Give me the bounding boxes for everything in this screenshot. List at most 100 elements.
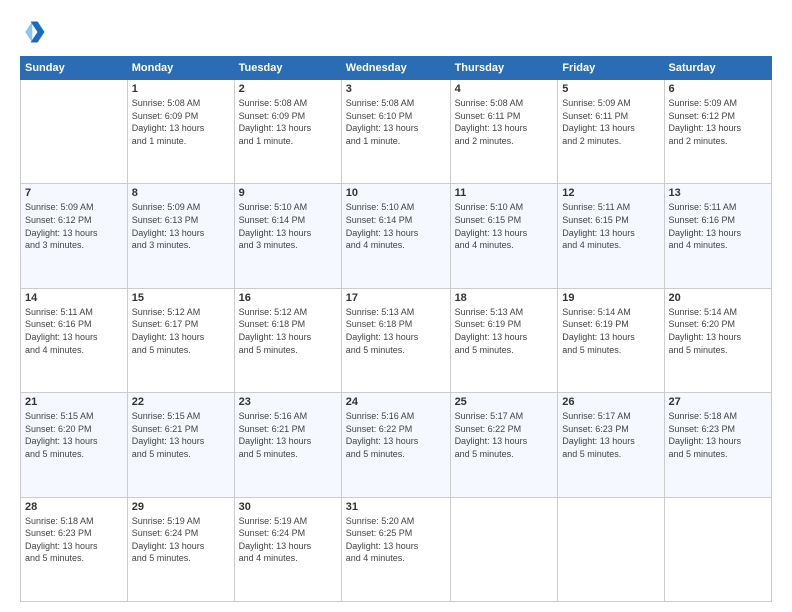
day-info: Sunrise: 5:08 AM Sunset: 6:09 PM Dayligh… xyxy=(239,97,337,147)
day-number: 19 xyxy=(562,292,659,304)
day-info: Sunrise: 5:16 AM Sunset: 6:21 PM Dayligh… xyxy=(239,410,337,460)
day-number: 1 xyxy=(132,83,230,95)
calendar-cell: 19 Sunrise: 5:14 AM Sunset: 6:19 PM Dayli… xyxy=(558,288,664,392)
day-number: 21 xyxy=(25,396,123,408)
calendar-cell: 6Sunrise: 5:09 AM Sunset: 6:12 PM Daylig… xyxy=(664,80,771,184)
day-header-wednesday: Wednesday xyxy=(341,57,450,80)
day-number: 23 xyxy=(239,396,337,408)
day-info: Sunrise: 5:12 AM Sunset: 6:18 PM Dayligh… xyxy=(239,306,337,356)
calendar-cell: 5 Sunrise: 5:09 AM Sunset: 6:11 PM Daylig… xyxy=(558,80,664,184)
calendar-week-row: 14 Sunrise: 5:11 AM Sunset: 6:16 PM Dayli… xyxy=(21,288,772,392)
day-number: 2 xyxy=(239,83,337,95)
day-info: Sunrise: 5:15 AM Sunset: 6:20 PM Dayligh… xyxy=(25,410,123,460)
day-info: Sunrise: 5:08 AM Sunset: 6:11 PM Dayligh… xyxy=(455,97,554,147)
day-number: 3 xyxy=(346,83,446,95)
day-info: Sunrise: 5:10 AM Sunset: 6:14 PM Dayligh… xyxy=(346,201,446,251)
day-info: Sunrise: 5:13 AM Sunset: 6:18 PM Dayligh… xyxy=(346,306,446,356)
day-info: Sunrise: 5:09 AM Sunset: 6:13 PM Dayligh… xyxy=(132,201,230,251)
day-info: Sunrise: 5:11 AM Sunset: 6:16 PM Dayligh… xyxy=(25,306,123,356)
day-number: 29 xyxy=(132,501,230,513)
calendar-week-row: 28Sunrise: 5:18 AM Sunset: 6:23 PM Dayli… xyxy=(21,497,772,601)
day-info: Sunrise: 5:10 AM Sunset: 6:14 PM Dayligh… xyxy=(239,201,337,251)
calendar-cell: 20 Sunrise: 5:14 AM Sunset: 6:20 PM Dayli… xyxy=(664,288,771,392)
day-info: Sunrise: 5:11 AM Sunset: 6:16 PM Dayligh… xyxy=(669,201,767,251)
calendar-week-row: 21 Sunrise: 5:15 AM Sunset: 6:20 PM Dayli… xyxy=(21,393,772,497)
calendar-cell: 22 Sunrise: 5:15 AM Sunset: 6:21 PM Dayli… xyxy=(127,393,234,497)
day-info: Sunrise: 5:10 AM Sunset: 6:15 PM Dayligh… xyxy=(455,201,554,251)
day-number: 27 xyxy=(669,396,767,408)
logo-icon xyxy=(20,18,48,46)
day-header-thursday: Thursday xyxy=(450,57,558,80)
calendar-week-row: 7Sunrise: 5:09 AM Sunset: 6:12 PM Daylig… xyxy=(21,184,772,288)
day-info: Sunrise: 5:18 AM Sunset: 6:23 PM Dayligh… xyxy=(25,515,123,565)
calendar-cell: 17Sunrise: 5:13 AM Sunset: 6:18 PM Dayli… xyxy=(341,288,450,392)
calendar-cell: 27 Sunrise: 5:18 AM Sunset: 6:23 PM Dayli… xyxy=(664,393,771,497)
day-info: Sunrise: 5:17 AM Sunset: 6:22 PM Dayligh… xyxy=(455,410,554,460)
day-info: Sunrise: 5:15 AM Sunset: 6:21 PM Dayligh… xyxy=(132,410,230,460)
calendar-cell xyxy=(664,497,771,601)
calendar-cell: 25 Sunrise: 5:17 AM Sunset: 6:22 PM Dayli… xyxy=(450,393,558,497)
header xyxy=(20,18,772,46)
day-info: Sunrise: 5:14 AM Sunset: 6:19 PM Dayligh… xyxy=(562,306,659,356)
day-info: Sunrise: 5:09 AM Sunset: 6:12 PM Dayligh… xyxy=(25,201,123,251)
day-header-sunday: Sunday xyxy=(21,57,128,80)
calendar-cell: 12 Sunrise: 5:11 AM Sunset: 6:15 PM Dayli… xyxy=(558,184,664,288)
logo xyxy=(20,18,52,46)
day-info: Sunrise: 5:14 AM Sunset: 6:20 PM Dayligh… xyxy=(669,306,767,356)
calendar-cell xyxy=(558,497,664,601)
day-info: Sunrise: 5:20 AM Sunset: 6:25 PM Dayligh… xyxy=(346,515,446,565)
calendar-cell: 26 Sunrise: 5:17 AM Sunset: 6:23 PM Dayli… xyxy=(558,393,664,497)
day-number: 10 xyxy=(346,187,446,199)
calendar-cell: 23 Sunrise: 5:16 AM Sunset: 6:21 PM Dayli… xyxy=(234,393,341,497)
day-info: Sunrise: 5:09 AM Sunset: 6:11 PM Dayligh… xyxy=(562,97,659,147)
day-info: Sunrise: 5:16 AM Sunset: 6:22 PM Dayligh… xyxy=(346,410,446,460)
day-number: 12 xyxy=(562,187,659,199)
day-number: 25 xyxy=(455,396,554,408)
day-number: 26 xyxy=(562,396,659,408)
calendar-cell: 28Sunrise: 5:18 AM Sunset: 6:23 PM Dayli… xyxy=(21,497,128,601)
day-info: Sunrise: 5:13 AM Sunset: 6:19 PM Dayligh… xyxy=(455,306,554,356)
day-number: 13 xyxy=(669,187,767,199)
day-header-friday: Friday xyxy=(558,57,664,80)
calendar-cell: 13 Sunrise: 5:11 AM Sunset: 6:16 PM Dayli… xyxy=(664,184,771,288)
calendar-cell: 14 Sunrise: 5:11 AM Sunset: 6:16 PM Dayli… xyxy=(21,288,128,392)
day-header-tuesday: Tuesday xyxy=(234,57,341,80)
day-number: 20 xyxy=(669,292,767,304)
day-header-monday: Monday xyxy=(127,57,234,80)
day-number: 15 xyxy=(132,292,230,304)
day-number: 24 xyxy=(346,396,446,408)
calendar-cell: 24 Sunrise: 5:16 AM Sunset: 6:22 PM Dayli… xyxy=(341,393,450,497)
calendar-cell: 11 Sunrise: 5:10 AM Sunset: 6:15 PM Dayli… xyxy=(450,184,558,288)
day-info: Sunrise: 5:18 AM Sunset: 6:23 PM Dayligh… xyxy=(669,410,767,460)
day-info: Sunrise: 5:08 AM Sunset: 6:09 PM Dayligh… xyxy=(132,97,230,147)
calendar-table: SundayMondayTuesdayWednesdayThursdayFrid… xyxy=(20,56,772,602)
day-number: 30 xyxy=(239,501,337,513)
page: SundayMondayTuesdayWednesdayThursdayFrid… xyxy=(0,0,792,612)
day-info: Sunrise: 5:11 AM Sunset: 6:15 PM Dayligh… xyxy=(562,201,659,251)
day-number: 16 xyxy=(239,292,337,304)
day-info: Sunrise: 5:19 AM Sunset: 6:24 PM Dayligh… xyxy=(239,515,337,565)
calendar-week-row: 1 Sunrise: 5:08 AM Sunset: 6:09 PM Daylig… xyxy=(21,80,772,184)
calendar-cell xyxy=(450,497,558,601)
day-number: 22 xyxy=(132,396,230,408)
calendar-cell: 15Sunrise: 5:12 AM Sunset: 6:17 PM Dayli… xyxy=(127,288,234,392)
calendar-cell: 3Sunrise: 5:08 AM Sunset: 6:10 PM Daylig… xyxy=(341,80,450,184)
calendar-header-row: SundayMondayTuesdayWednesdayThursdayFrid… xyxy=(21,57,772,80)
day-number: 9 xyxy=(239,187,337,199)
day-number: 4 xyxy=(455,83,554,95)
day-number: 11 xyxy=(455,187,554,199)
day-number: 8 xyxy=(132,187,230,199)
day-info: Sunrise: 5:19 AM Sunset: 6:24 PM Dayligh… xyxy=(132,515,230,565)
day-number: 5 xyxy=(562,83,659,95)
day-header-saturday: Saturday xyxy=(664,57,771,80)
day-info: Sunrise: 5:17 AM Sunset: 6:23 PM Dayligh… xyxy=(562,410,659,460)
day-number: 14 xyxy=(25,292,123,304)
calendar-cell: 9 Sunrise: 5:10 AM Sunset: 6:14 PM Daylig… xyxy=(234,184,341,288)
calendar-cell: 2 Sunrise: 5:08 AM Sunset: 6:09 PM Daylig… xyxy=(234,80,341,184)
calendar-cell: 31Sunrise: 5:20 AM Sunset: 6:25 PM Dayli… xyxy=(341,497,450,601)
calendar-cell: 1 Sunrise: 5:08 AM Sunset: 6:09 PM Daylig… xyxy=(127,80,234,184)
calendar-cell: 7Sunrise: 5:09 AM Sunset: 6:12 PM Daylig… xyxy=(21,184,128,288)
calendar-cell xyxy=(21,80,128,184)
calendar-cell: 18Sunrise: 5:13 AM Sunset: 6:19 PM Dayli… xyxy=(450,288,558,392)
calendar-cell: 21 Sunrise: 5:15 AM Sunset: 6:20 PM Dayli… xyxy=(21,393,128,497)
